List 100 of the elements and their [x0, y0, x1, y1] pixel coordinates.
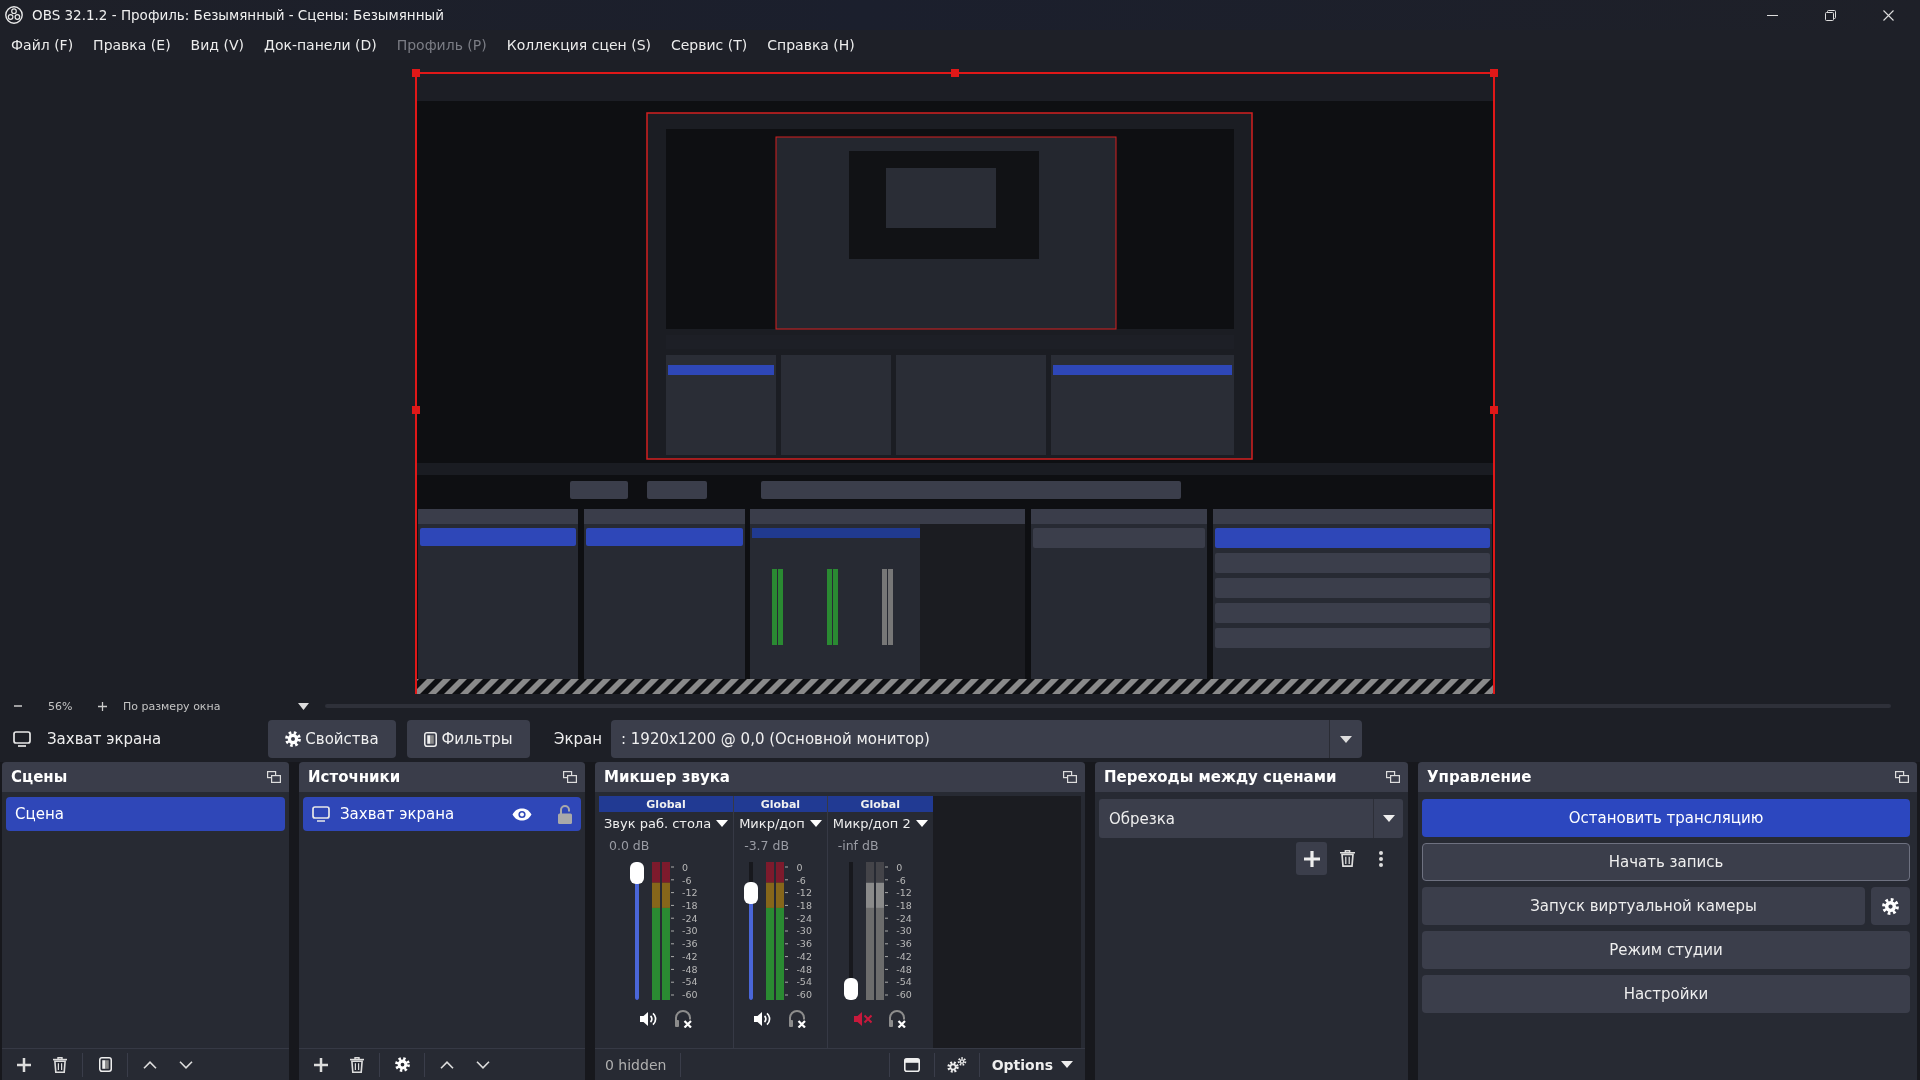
control-button[interactable]: Запуск виртуальной камеры — [1422, 887, 1865, 925]
control-button[interactable]: Начать запись — [1422, 843, 1910, 881]
caret-icon — [1382, 815, 1395, 822]
volume-reading: 0.0 dB — [608, 836, 651, 855]
window-icon[interactable] — [903, 1057, 920, 1072]
dock-title: Микшер звука — [604, 768, 730, 786]
gear-icon[interactable] — [394, 1057, 410, 1072]
control-button[interactable]: Режим студии — [1422, 931, 1910, 969]
meter-scale-label: -54 — [796, 976, 813, 988]
volume-fader-thumb[interactable] — [844, 978, 859, 1000]
menu-item[interactable]: Коллекция сцен (S) — [496, 34, 661, 56]
meter-scale-label: -12 — [896, 887, 913, 899]
menu-item[interactable]: Док-панели (D) — [253, 34, 387, 56]
chevron-up-icon[interactable] — [440, 1060, 454, 1069]
meter-scale-label: -60 — [796, 988, 813, 1000]
trash-icon[interactable] — [53, 1056, 67, 1073]
vertical-dots-icon[interactable] — [1379, 850, 1383, 867]
source-name: Захват экрана — [47, 730, 162, 748]
close-icon[interactable] — [1882, 9, 1894, 21]
channel-name-dropdown[interactable]: Микр/доп — [734, 812, 827, 834]
channel-group-label: Global — [827, 796, 933, 812]
plus-icon[interactable] — [98, 701, 107, 711]
volume-reading: -3.7 dB — [743, 836, 790, 855]
meter-scale-label: -6 — [796, 874, 807, 886]
window-title: OBS 32.1.2 - Профиль: Безымянный - Сцены: Безымянный — [32, 7, 445, 23]
volume-fader-thumb[interactable] — [744, 881, 759, 904]
meter-scale-label: -30 — [682, 925, 699, 937]
menu-item[interactable]: Справка (H) — [757, 34, 865, 56]
gear-icon — [285, 731, 302, 747]
obs-logo-icon — [5, 6, 23, 24]
dock-title: Сцены — [11, 768, 68, 786]
filter-icon[interactable] — [98, 1057, 112, 1072]
display-dropdown[interactable]: : 1920x1200 @ 0,0 (Основной монитор) — [611, 720, 1362, 758]
filter-icon — [424, 731, 438, 747]
caret-icon — [716, 819, 729, 827]
meter-scale-label: -48 — [682, 963, 699, 975]
gear-icon — [1882, 897, 1899, 915]
two-windows-icon[interactable] — [267, 771, 281, 783]
properties-button[interactable]: Свойства — [268, 720, 396, 758]
meter-scale-label: 0 — [896, 862, 904, 873]
monitor-icon — [13, 731, 31, 747]
chevron-down-icon[interactable] — [476, 1060, 490, 1069]
plus-icon[interactable] — [17, 1057, 31, 1072]
caret-icon — [1340, 735, 1352, 743]
headphones-icon[interactable] — [674, 1010, 693, 1028]
restore-icon[interactable] — [1824, 9, 1836, 21]
scene-item[interactable]: Сцена — [6, 797, 285, 831]
zoom-percent: 56% — [48, 699, 74, 713]
menu-item[interactable]: Файл (F) — [1, 34, 84, 56]
volume-fader-thumb[interactable] — [630, 862, 645, 884]
meter-scale-label: -54 — [896, 976, 913, 988]
channel-name-dropdown[interactable]: Микр/доп 2 — [827, 812, 933, 834]
meter-scale-label: -42 — [682, 950, 699, 962]
menu-item[interactable]: Сервис (T) — [661, 34, 758, 56]
filters-button[interactable]: Фильтры — [407, 720, 530, 758]
meter-scale-label: -18 — [682, 900, 699, 912]
speaker-icon[interactable] — [640, 1011, 659, 1027]
meter-scale-label: -18 — [796, 900, 813, 912]
meter-scale-label: -48 — [896, 963, 913, 975]
meter-scale-label: -60 — [896, 988, 913, 1000]
headphones-icon[interactable] — [888, 1010, 907, 1028]
field-label: Экран — [554, 730, 604, 748]
control-button[interactable]: Остановить трансляцию — [1422, 799, 1910, 837]
menu-item[interactable]: Правка (E) — [83, 34, 181, 56]
source-item[interactable]: Захват экрана — [303, 797, 581, 831]
trash-icon[interactable] — [1339, 850, 1355, 867]
chevron-down-icon[interactable] — [179, 1060, 193, 1069]
trash-icon[interactable] — [350, 1056, 364, 1073]
meter-scale-label: -36 — [796, 938, 813, 950]
headphones-icon[interactable] — [788, 1010, 807, 1028]
plus-icon[interactable] — [314, 1057, 328, 1072]
caret-icon — [1061, 1061, 1073, 1068]
settings-button[interactable] — [1871, 887, 1910, 925]
muted-speaker-icon[interactable] — [854, 1011, 873, 1027]
two-windows-icon[interactable] — [563, 771, 577, 783]
two-windows-icon[interactable] — [1063, 771, 1077, 783]
meter-scale-label: -6 — [896, 874, 907, 886]
meter-scale-label: -36 — [896, 938, 913, 950]
zoom-mode-dropdown[interactable]: По размеру окна — [119, 697, 319, 715]
two-windows-icon[interactable] — [1895, 771, 1909, 783]
caret-icon — [809, 819, 822, 827]
open-padlock-icon[interactable] — [558, 804, 572, 824]
chevron-up-icon[interactable] — [143, 1060, 157, 1069]
control-button[interactable]: Настройки — [1422, 975, 1910, 1013]
minimize-icon[interactable] — [1766, 14, 1778, 16]
eye-icon[interactable] — [512, 807, 532, 821]
meter-scale-label: -60 — [682, 988, 699, 1000]
options-button[interactable]: Options — [983, 1056, 1081, 1073]
transition-dropdown[interactable]: Обрезка — [1099, 799, 1403, 838]
channel-name-dropdown[interactable]: Звук раб. стола — [599, 812, 734, 834]
two-windows-icon[interactable] — [1386, 771, 1400, 783]
menu-item[interactable]: Вид (V) — [180, 34, 254, 56]
gears-icon[interactable] — [946, 1056, 967, 1073]
source-label: Захват экрана — [340, 805, 456, 823]
hidden-count: 0 hidden — [604, 1056, 668, 1073]
meter-scale-label: -30 — [796, 925, 813, 937]
meter-scale-label: -18 — [896, 900, 913, 912]
add-button[interactable] — [1296, 842, 1327, 875]
meter-scale-label: -48 — [796, 963, 813, 975]
speaker-icon[interactable] — [754, 1011, 773, 1027]
